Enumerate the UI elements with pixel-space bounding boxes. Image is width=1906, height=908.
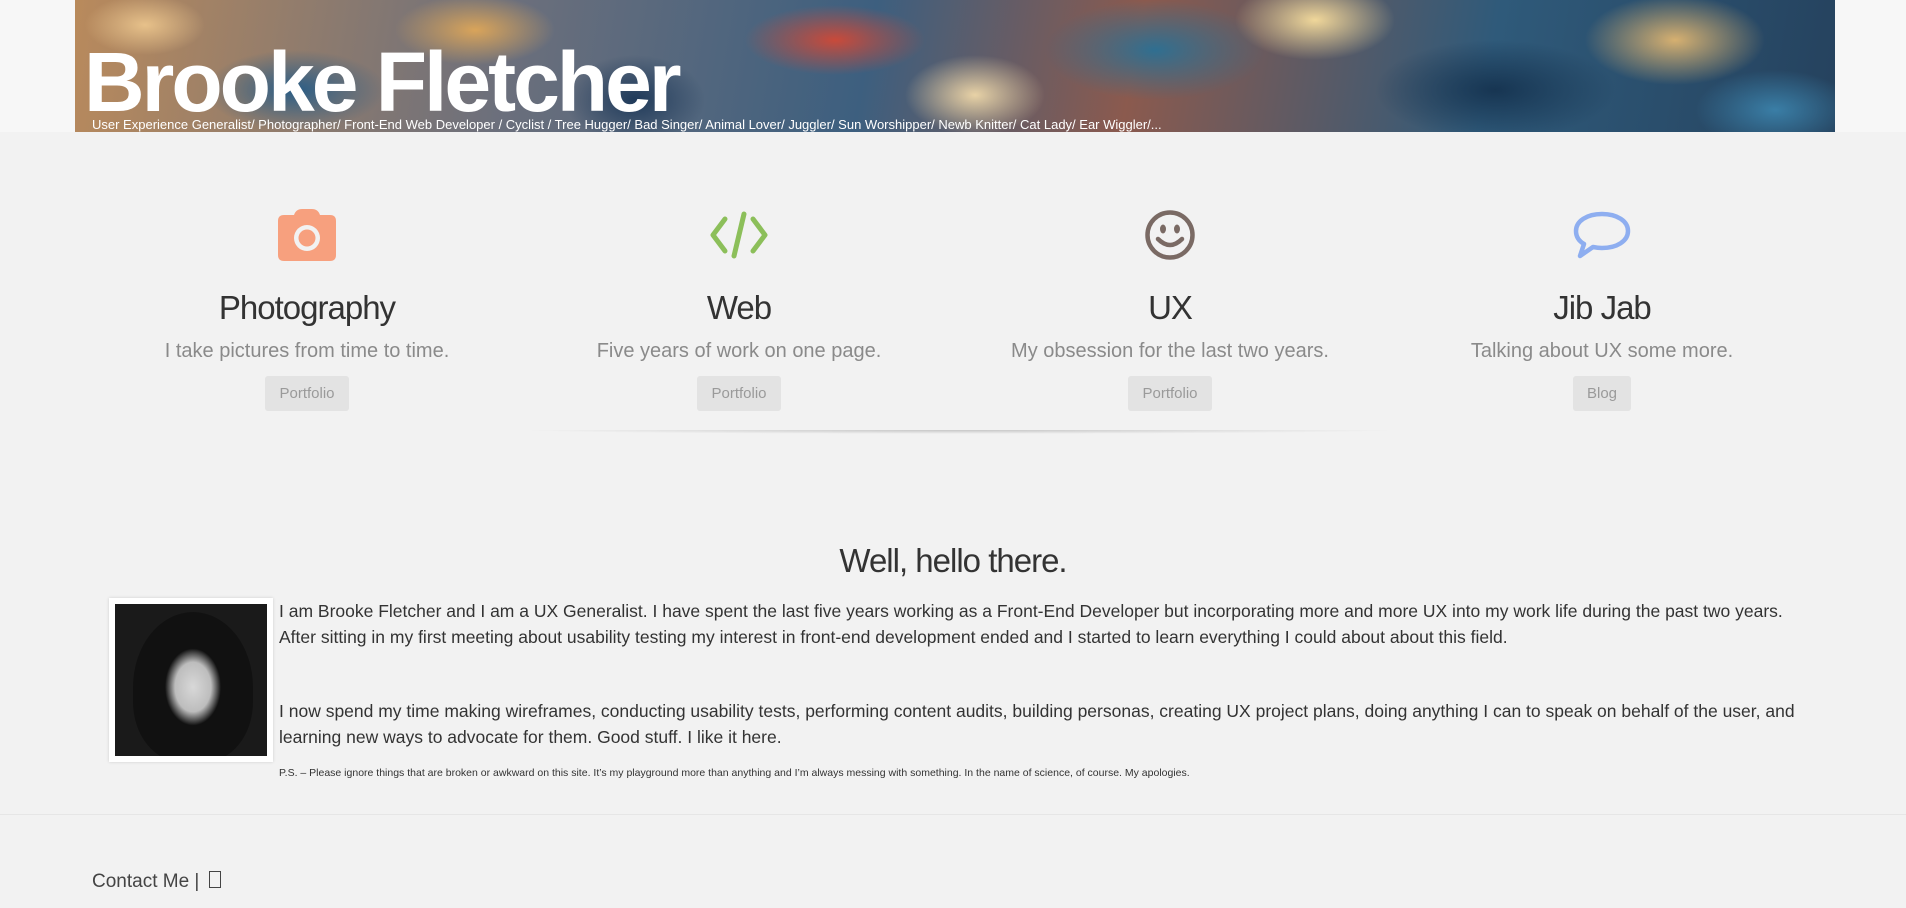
twitter-icon[interactable]: [208, 871, 221, 888]
feature-photography: Photography I take pictures from time to…: [117, 200, 497, 411]
feature-web: Web Five years of work on one page. Port…: [549, 200, 929, 411]
feature-description: Five years of work on one page.: [596, 340, 882, 362]
site-tagline: User Experience Generalist/ Photographer…: [92, 117, 1162, 132]
about-heading: Well, hello there.: [839, 542, 1067, 579]
feature-description: My obsession for the last two years.: [1011, 340, 1329, 362]
speech-bubble-icon: [1573, 211, 1631, 259]
feature-title: Jib Jab: [1553, 289, 1652, 326]
web-portfolio-button[interactable]: Portfolio: [697, 376, 781, 411]
blog-button[interactable]: Blog: [1572, 376, 1632, 411]
code-icon: [710, 211, 768, 259]
smiley-icon: [1145, 210, 1195, 260]
bio-paragraph-1: I am Brooke Fletcher and I am a UX Gener…: [279, 601, 1783, 647]
footer: Contact Me |: [0, 814, 1906, 908]
ux-portfolio-button[interactable]: Portfolio: [1128, 376, 1212, 411]
feature-description: Talking about UX some more.: [1470, 340, 1734, 362]
feature-ux: UX My obsession for the last two years. …: [980, 200, 1360, 411]
photography-portfolio-button[interactable]: Portfolio: [265, 376, 349, 411]
section-divider: [515, 430, 1405, 434]
feature-title: Web: [706, 289, 772, 326]
contact-me-link[interactable]: Contact Me |: [92, 871, 199, 892]
feature-title: Photography: [218, 289, 396, 326]
contact-line: Contact Me |: [92, 871, 221, 893]
camera-icon: [278, 209, 336, 261]
profile-photo-frame: [109, 598, 273, 762]
bio-postscript: P.S. – Please ignore things that are bro…: [279, 767, 1190, 779]
feature-title: UX: [1148, 289, 1193, 326]
feature-description: I take pictures from time to time.: [164, 340, 450, 362]
site-title[interactable]: Brooke Fletcher: [84, 36, 682, 128]
bio-paragraph-2: I now spend my time making wireframes, c…: [279, 701, 1795, 747]
profile-photo: [115, 604, 267, 756]
feature-jib-jab: Jib Jab Talking about UX some more. Blog: [1412, 200, 1792, 411]
profile-photo-portrait: [133, 612, 253, 756]
about-bio: I am Brooke Fletcher and I am a UX Gener…: [279, 598, 1809, 780]
